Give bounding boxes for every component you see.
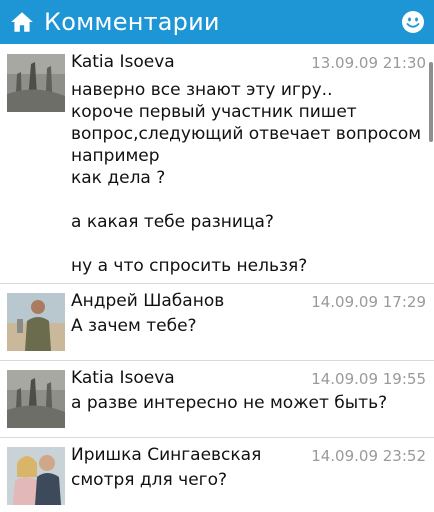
comment-timestamp: 14.09.09 19:55 — [311, 370, 426, 388]
comments-list[interactable]: Katia Isoeva 13.09.09 21:30 наверно все … — [0, 44, 434, 512]
comment-timestamp: 14.09.09 23:52 — [311, 447, 426, 465]
comment-item[interactable]: Katia Isoeva 13.09.09 21:30 наверно все … — [0, 44, 434, 284]
comment-text: смотря для чего? — [71, 470, 228, 490]
top-app-bar: Комментарии — [0, 0, 434, 44]
emoji-button[interactable] — [401, 10, 425, 34]
comment-item[interactable]: Katia Isoeva 14.09.09 19:55 а разве инте… — [0, 362, 434, 438]
avatar — [7, 447, 65, 505]
smiley-icon — [402, 11, 424, 33]
avatar — [7, 370, 65, 428]
home-button[interactable] — [0, 0, 44, 44]
comment-text: наверно все знают эту игру.. короче перв… — [71, 80, 422, 276]
avatar — [7, 293, 65, 351]
comment-item[interactable]: Андрей Шабанов 14.09.09 17:29 А зачем те… — [0, 285, 434, 361]
comment-timestamp: 14.09.09 17:29 — [311, 293, 426, 311]
comment-author[interactable]: Katia Isoeva — [71, 368, 175, 388]
comment-text: А зачем тебе? — [71, 316, 197, 336]
comment-timestamp: 13.09.09 21:30 — [311, 54, 426, 72]
home-icon — [11, 12, 33, 32]
page-title: Комментарии — [44, 8, 220, 36]
comment-item[interactable]: Иришка Сингаевская 14.09.09 23:52 смотря… — [0, 439, 434, 512]
comment-author[interactable]: Katia Isoeva — [71, 52, 175, 72]
scrollbar[interactable] — [429, 62, 433, 142]
comment-author[interactable]: Иришка Сингаевская — [71, 445, 261, 465]
comment-text: а разве интересно не может быть? — [71, 393, 388, 413]
avatar — [7, 54, 65, 112]
comment-author[interactable]: Андрей Шабанов — [71, 291, 224, 311]
